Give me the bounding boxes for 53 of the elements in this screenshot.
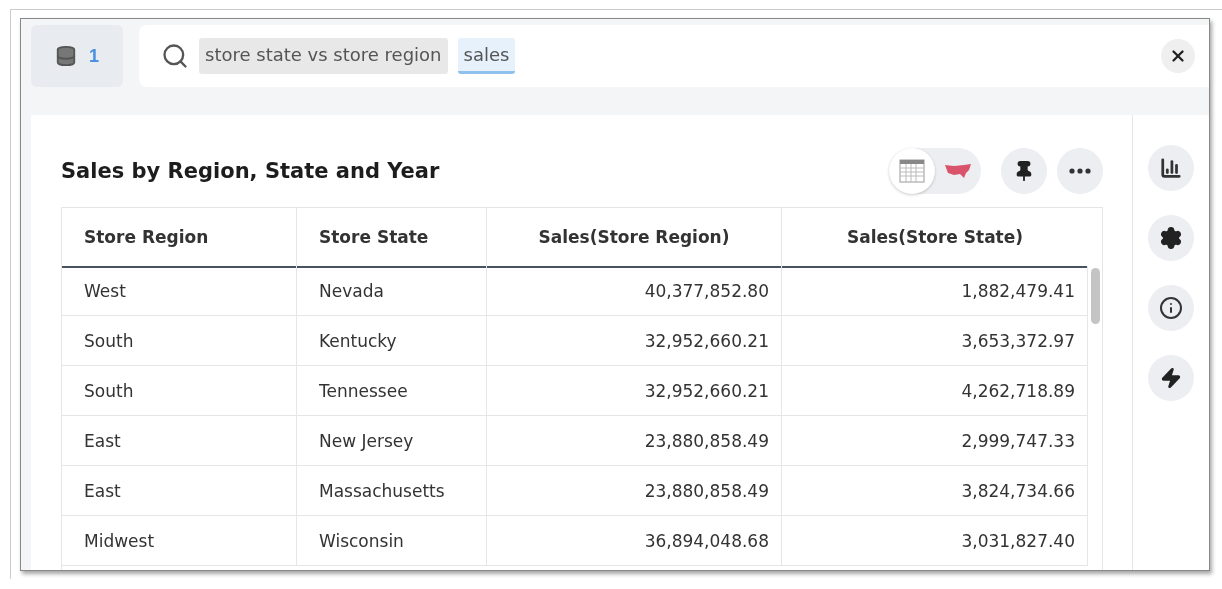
settings-icon xyxy=(1159,226,1183,250)
more-button[interactable] xyxy=(1057,148,1103,194)
close-button[interactable] xyxy=(1161,39,1195,73)
search-token[interactable]: sales xyxy=(457,38,516,74)
table-cell: 32,952,660.21 xyxy=(487,366,782,416)
table-cell: East xyxy=(62,416,297,466)
table-cell: 23,880,858.49 xyxy=(487,466,782,516)
bolt-button[interactable] xyxy=(1148,355,1194,401)
bar-chart-icon xyxy=(1160,157,1182,179)
close-icon xyxy=(1169,47,1187,65)
search-token[interactable]: store state vs store region xyxy=(199,38,448,74)
table-cell: Wisconsin xyxy=(297,516,487,566)
search-bar[interactable]: store state vs store region sales xyxy=(139,25,1209,87)
bolt-icon xyxy=(1160,367,1182,389)
table-cell: 1,882,479.41 xyxy=(782,266,1088,316)
table-cell: Tennessee xyxy=(297,366,487,416)
column-header[interactable]: Store State xyxy=(297,208,487,268)
table-cell: 23,880,858.49 xyxy=(487,416,782,466)
table-cell: South xyxy=(62,366,297,416)
table-cell: East xyxy=(62,466,297,516)
answer-title: Sales by Region, State and Year xyxy=(61,159,441,183)
column-header[interactable]: Sales(Store State) xyxy=(782,208,1088,268)
table-cell: 3,031,827.40 xyxy=(782,516,1088,566)
info-button[interactable] xyxy=(1148,285,1194,331)
table-cell: 2,999,747.33 xyxy=(782,416,1088,466)
view-toggle[interactable] xyxy=(889,148,981,194)
info-icon xyxy=(1159,296,1183,320)
column-header[interactable]: Store Region xyxy=(62,208,297,268)
table-cell: 4,262,718.89 xyxy=(782,366,1088,416)
table-cell: 3,653,372.97 xyxy=(782,316,1088,366)
map-icon xyxy=(944,162,972,180)
table-cell: 3,824,734.66 xyxy=(782,466,1088,516)
table-cell: Massachusetts xyxy=(297,466,487,516)
table-cell: South xyxy=(62,316,297,366)
table-cell: Kentucky xyxy=(297,316,487,366)
more-icon xyxy=(1069,168,1091,174)
table-view-button[interactable] xyxy=(889,148,935,194)
table-cell: Midwest xyxy=(62,516,297,566)
table-icon xyxy=(899,159,925,183)
search-icon xyxy=(161,42,189,70)
column-header[interactable]: Sales(Store Region) xyxy=(487,208,782,268)
source-count: 1 xyxy=(89,45,99,67)
scrollbar-thumb[interactable] xyxy=(1090,268,1100,324)
table-cell: New Jersey xyxy=(297,416,487,466)
database-icon xyxy=(55,45,77,67)
table-cell: 40,377,852.80 xyxy=(487,266,782,316)
table-cell: West xyxy=(62,266,297,316)
table-cell: 36,894,048.68 xyxy=(487,516,782,566)
table-cell: 32,952,660.21 xyxy=(487,316,782,366)
table-cell: Nevada xyxy=(297,266,487,316)
settings-button[interactable] xyxy=(1148,215,1194,261)
pin-button[interactable] xyxy=(1001,148,1047,194)
chart-button[interactable] xyxy=(1148,145,1194,191)
